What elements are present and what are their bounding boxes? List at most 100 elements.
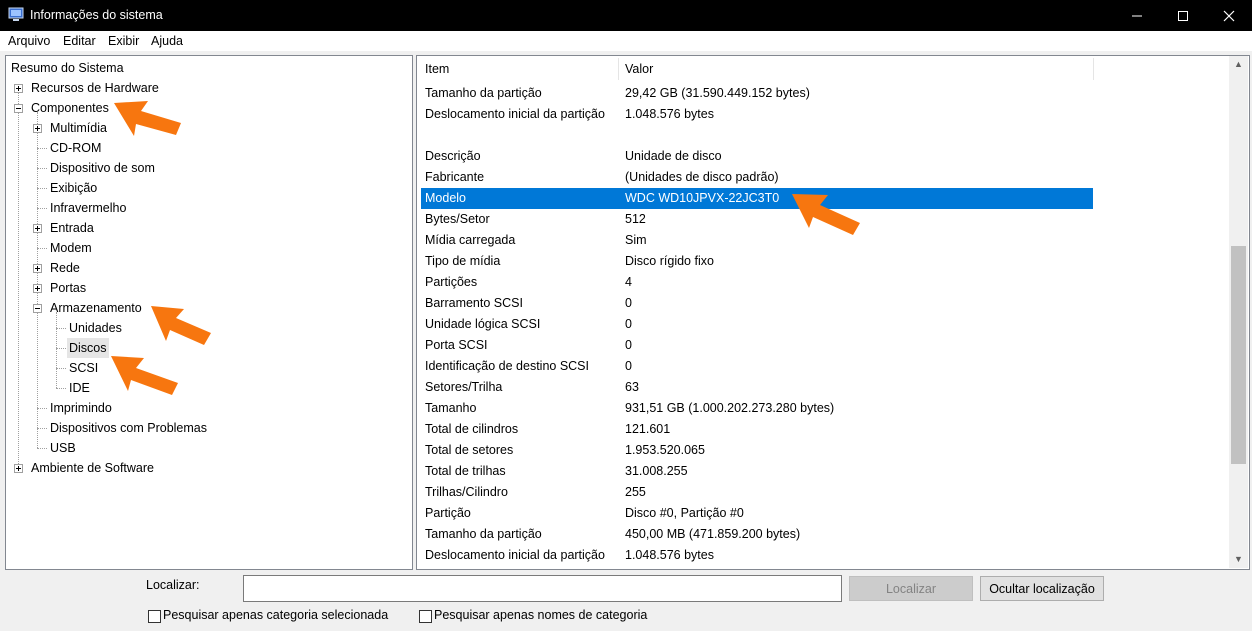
expand-plus-icon[interactable] bbox=[14, 84, 23, 93]
table-row[interactable]: Trilhas/Cilindro 255 bbox=[421, 482, 1093, 503]
search-category-names-checkbox[interactable] bbox=[419, 610, 432, 623]
row-value: 63 bbox=[625, 380, 639, 394]
row-value: 931,51 GB (1.000.202.273.280 bytes) bbox=[625, 401, 835, 415]
tree-item-cd-rom[interactable]: CD-ROM bbox=[50, 138, 101, 158]
scroll-thumb[interactable] bbox=[1231, 246, 1246, 464]
category-tree[interactable]: Resumo do Sistema Recursos de Hardware C… bbox=[5, 55, 413, 570]
row-item: Tamanho da partição bbox=[425, 527, 542, 541]
tree-item-discos[interactable]: Discos bbox=[67, 338, 109, 358]
expand-plus-icon[interactable] bbox=[33, 224, 42, 233]
table-row[interactable]: Barramento SCSI 0 bbox=[421, 293, 1093, 314]
tree-item-multimidia[interactable]: Multimídia bbox=[50, 118, 107, 138]
tree-item-exibicao[interactable]: Exibição bbox=[50, 178, 97, 198]
table-row[interactable]: Tamanho da partição 450,00 MB (471.859.20… bbox=[421, 524, 1093, 545]
tree-connector bbox=[56, 328, 66, 329]
tree-item-modem[interactable]: Modem bbox=[50, 238, 92, 258]
find-button[interactable]: Localizar bbox=[849, 576, 973, 601]
scroll-down-icon[interactable]: ▼ bbox=[1234, 554, 1243, 564]
column-separator[interactable] bbox=[618, 58, 619, 80]
minimize-button[interactable] bbox=[1114, 0, 1160, 31]
tree-connector bbox=[37, 248, 47, 249]
tree-connector bbox=[37, 112, 38, 448]
table-row[interactable]: Porta SCSI 0 bbox=[421, 335, 1093, 356]
table-row[interactable] bbox=[421, 125, 1093, 146]
tree-item-scsi[interactable]: SCSI bbox=[69, 358, 98, 378]
details-list[interactable]: Item Valor Tamanho da partição 29,42 GB (… bbox=[416, 55, 1250, 570]
tree-item-resumo[interactable]: Resumo do Sistema bbox=[11, 58, 124, 78]
row-item: Total de cilindros bbox=[425, 422, 519, 436]
table-row[interactable]: Unidade lógica SCSI 0 bbox=[421, 314, 1093, 335]
table-row[interactable]: Tamanho 931,51 GB (1.000.202.273.280 byte… bbox=[421, 398, 1093, 419]
menu-exibir[interactable]: Exibir bbox=[108, 34, 139, 48]
table-row[interactable]: Mídia carregada Sim bbox=[421, 230, 1093, 251]
table-row[interactable]: Bytes/Setor 512 bbox=[421, 209, 1093, 230]
tree-item-componentes[interactable]: Componentes bbox=[31, 98, 109, 118]
menu-ajuda[interactable]: Ajuda bbox=[151, 34, 183, 48]
table-row[interactable]: Partição Disco #0, Partição #0 bbox=[421, 503, 1093, 524]
table-row[interactable]: Modelo WDC WD10JPVX-22JC3T0 bbox=[421, 188, 1093, 209]
expand-plus-icon[interactable] bbox=[14, 464, 23, 473]
tree-item-infravermelho[interactable]: Infravermelho bbox=[50, 198, 126, 218]
table-row[interactable]: Tipo de mídia Disco rígido fixo bbox=[421, 251, 1093, 272]
expand-plus-icon[interactable] bbox=[33, 264, 42, 273]
expand-plus-icon[interactable] bbox=[33, 284, 42, 293]
tree-item-dispositivo-som[interactable]: Dispositivo de som bbox=[50, 158, 155, 178]
search-selected-category-checkbox[interactable] bbox=[148, 610, 161, 623]
tree-item-entrada[interactable]: Entrada bbox=[50, 218, 94, 238]
column-separator[interactable] bbox=[1093, 58, 1094, 80]
table-row[interactable]: Total de setores 1.953.520.065 bbox=[421, 440, 1093, 461]
menu-bar: Arquivo Editar Exibir Ajuda bbox=[0, 31, 1252, 51]
tree-item-ambiente-software[interactable]: Ambiente de Software bbox=[31, 458, 154, 478]
close-button[interactable] bbox=[1206, 0, 1252, 31]
row-item: Bytes/Setor bbox=[425, 212, 490, 226]
table-row[interactable]: Total de cilindros 121.601 bbox=[421, 419, 1093, 440]
tree-item-portas[interactable]: Portas bbox=[50, 278, 86, 298]
table-row[interactable]: Deslocamento inicial da partição 1.048.57… bbox=[421, 104, 1093, 125]
menu-arquivo[interactable]: Arquivo bbox=[8, 34, 50, 48]
table-row[interactable]: Total de trilhas 31.008.255 bbox=[421, 461, 1093, 482]
row-item: Barramento SCSI bbox=[425, 296, 523, 310]
tree-item-armazenamento[interactable]: Armazenamento bbox=[50, 298, 142, 318]
table-row[interactable]: Partições 4 bbox=[421, 272, 1093, 293]
hide-find-button[interactable]: Ocultar localização bbox=[980, 576, 1104, 601]
column-header-valor[interactable]: Valor bbox=[625, 56, 653, 82]
row-item: Fabricante bbox=[425, 170, 485, 184]
tree-item-unidades[interactable]: Unidades bbox=[69, 318, 122, 338]
tree-item-imprimindo[interactable]: Imprimindo bbox=[50, 398, 112, 418]
row-value: 0 bbox=[625, 338, 632, 352]
tree-connector bbox=[37, 428, 47, 429]
vertical-scrollbar[interactable]: ▲ ▼ bbox=[1229, 56, 1248, 568]
row-item: Unidade lógica SCSI bbox=[425, 317, 541, 331]
column-header-item[interactable]: Item bbox=[425, 56, 449, 82]
scroll-up-icon[interactable]: ▲ bbox=[1234, 59, 1243, 69]
row-item: Tamanho bbox=[425, 401, 477, 415]
row-value: 450,00 MB (471.859.200 bytes) bbox=[625, 527, 801, 541]
search-category-names-label[interactable]: Pesquisar apenas nomes de categoria bbox=[434, 608, 647, 622]
row-value: 0 bbox=[625, 296, 632, 310]
collapse-minus-icon[interactable] bbox=[33, 304, 42, 313]
table-row[interactable]: Setores/Trilha 63 bbox=[421, 377, 1093, 398]
close-icon bbox=[1223, 10, 1235, 21]
menu-editar[interactable]: Editar bbox=[63, 34, 96, 48]
tree-connector bbox=[37, 188, 47, 189]
tree-connector bbox=[37, 208, 47, 209]
table-row[interactable]: Descrição Unidade de disco bbox=[421, 146, 1093, 167]
tree-item-recursos-hardware[interactable]: Recursos de Hardware bbox=[31, 78, 159, 98]
search-input[interactable] bbox=[243, 575, 842, 602]
search-selected-category-label[interactable]: Pesquisar apenas categoria selecionada bbox=[163, 608, 388, 622]
tree-item-dispositivos-problemas[interactable]: Dispositivos com Problemas bbox=[50, 418, 207, 438]
row-value: 121.601 bbox=[625, 422, 671, 436]
maximize-button[interactable] bbox=[1160, 0, 1206, 31]
row-item: Mídia carregada bbox=[425, 233, 516, 247]
row-value: 255 bbox=[625, 485, 646, 499]
table-row[interactable]: Identificação de destino SCSI 0 bbox=[421, 356, 1093, 377]
expand-plus-icon[interactable] bbox=[33, 124, 42, 133]
collapse-minus-icon[interactable] bbox=[14, 104, 23, 113]
tree-item-ide[interactable]: IDE bbox=[69, 378, 90, 398]
tree-item-rede[interactable]: Rede bbox=[50, 258, 80, 278]
table-row[interactable]: Deslocamento inicial da partição 1.048.57… bbox=[421, 545, 1093, 566]
table-row[interactable]: Tamanho da partição 29,42 GB (31.590.449.… bbox=[421, 83, 1093, 104]
tree-item-usb[interactable]: USB bbox=[50, 438, 76, 458]
tree-connector bbox=[56, 312, 57, 388]
table-row[interactable]: Fabricante (Unidades de disco padrão) bbox=[421, 167, 1093, 188]
